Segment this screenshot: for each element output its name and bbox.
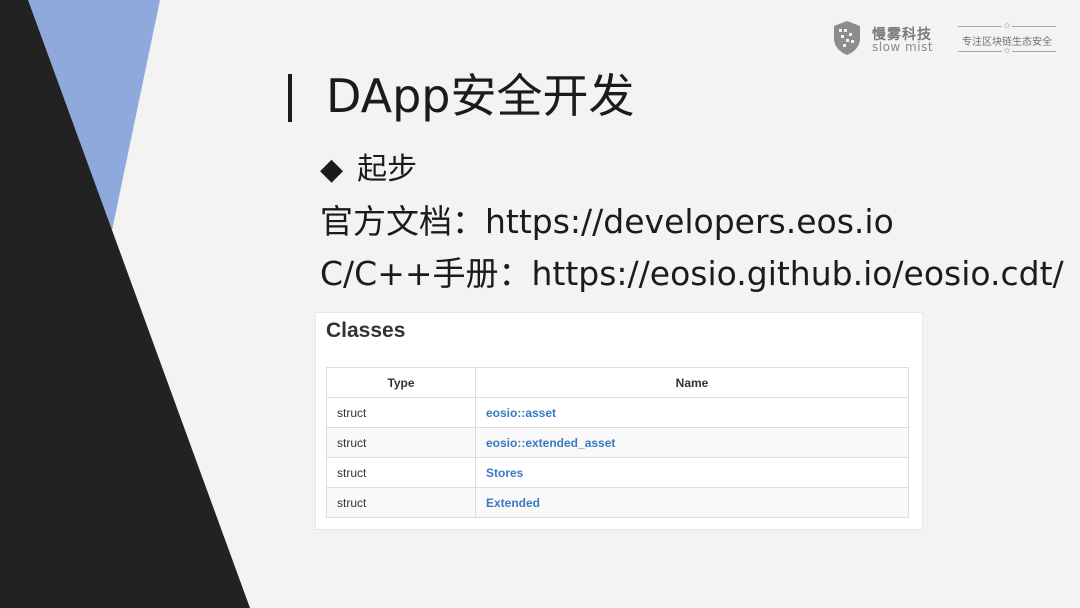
bullet-item: ◆ 起步 — [320, 150, 417, 190]
type-cell: struct — [326, 427, 476, 458]
decorative-triangles — [0, 0, 250, 608]
table-row: struct Stores — [326, 457, 909, 488]
star-icon: ✩ — [1002, 46, 1012, 56]
classes-table: Type Name struct eosio::asset struct eos… — [326, 367, 909, 518]
column-header-name: Name — [475, 367, 909, 398]
table-row: struct eosio::asset — [326, 397, 909, 428]
tagline-box: ✩ 专注区块链生态安全 ✩ — [958, 18, 1056, 58]
name-cell: eosio::extended_asset — [475, 427, 909, 458]
bullet-text: 起步 — [357, 152, 418, 187]
class-link[interactable]: eosio::asset — [486, 406, 556, 420]
name-cell: Stores — [475, 457, 909, 488]
column-header-type: Type — [326, 367, 476, 398]
class-link[interactable]: Extended — [486, 496, 540, 510]
brand-name-en: slow mist — [872, 40, 934, 54]
diamond-icon: ◆ — [320, 152, 344, 187]
classes-panel: Classes Type Name struct eosio::asset st… — [315, 312, 923, 530]
table-row: struct eosio::extended_asset — [326, 427, 909, 458]
title-bar — [288, 74, 292, 122]
classes-heading: Classes — [326, 319, 406, 342]
cpp-manual-line: C/C++手册：https://eosio.github.io/eosio.cd… — [320, 254, 1064, 293]
type-cell: struct — [326, 487, 476, 518]
table-header-row: Type Name — [326, 367, 909, 398]
official-docs-line: 官方文档：https://developers.eos.io — [320, 202, 894, 241]
table-row: struct Extended — [326, 487, 909, 518]
class-link[interactable]: eosio::extended_asset — [486, 436, 615, 450]
class-link[interactable]: Stores — [486, 466, 523, 480]
name-cell: eosio::asset — [475, 397, 909, 428]
shield-icon — [834, 21, 860, 55]
star-icon: ✩ — [1002, 21, 1012, 31]
brand-logo: 慢雾科技 slow mist ✩ 专注区块链生态安全 ✩ — [832, 18, 1058, 62]
type-cell: struct — [326, 457, 476, 488]
slide-title: DApp安全开发 — [326, 69, 635, 123]
name-cell: Extended — [475, 487, 909, 518]
type-cell: struct — [326, 397, 476, 428]
